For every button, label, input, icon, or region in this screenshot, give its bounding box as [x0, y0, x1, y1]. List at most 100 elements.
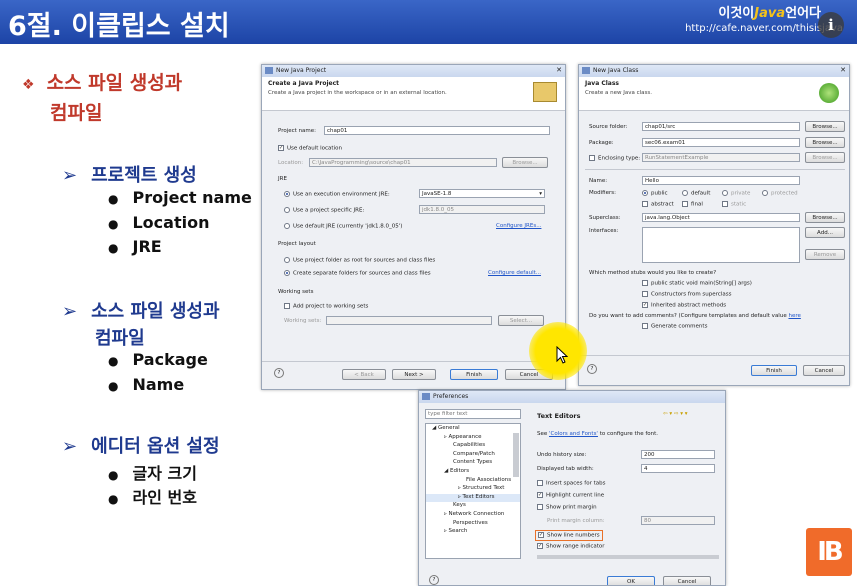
- configure-default-link[interactable]: Configure default...: [488, 270, 541, 276]
- generate-comments-checkbox[interactable]: Generate comments: [642, 323, 707, 330]
- list-item: ● Location: [108, 213, 209, 232]
- print-margin-input[interactable]: 80: [641, 516, 715, 525]
- close-icon[interactable]: ✕: [556, 66, 562, 74]
- tree-item-perspectives[interactable]: Perspectives: [426, 520, 520, 529]
- slide-title: 6절. 이클립스 설치: [8, 11, 230, 42]
- superclass-input[interactable]: java.lang.Object: [642, 213, 800, 222]
- dialog-titlebar: Preferences: [419, 391, 725, 403]
- interfaces-list[interactable]: [642, 227, 800, 263]
- modifier-static-checkbox[interactable]: static: [722, 201, 746, 208]
- back-button[interactable]: < Back: [342, 369, 386, 380]
- finish-button[interactable]: Finish: [751, 365, 797, 376]
- tab-width-input[interactable]: 4: [641, 464, 715, 473]
- use-default-location-checkbox[interactable]: ✓ Use default location: [278, 145, 342, 152]
- finish-button[interactable]: Finish: [450, 369, 498, 380]
- ok-button[interactable]: OK: [607, 576, 655, 585]
- input-value: 4: [644, 466, 648, 472]
- tree-item-network[interactable]: ▹ Network Connection: [426, 511, 520, 520]
- channel-logo-icon: IB: [806, 528, 852, 576]
- interfaces-label: Interfaces:: [589, 228, 619, 234]
- modifier-final-checkbox[interactable]: final: [682, 201, 703, 208]
- info-icon[interactable]: i: [818, 12, 844, 38]
- tree-item-keys[interactable]: Keys: [426, 502, 520, 511]
- layout-separate-radio[interactable]: Create separate folders for sources and …: [284, 270, 431, 277]
- tree-item-file-associations[interactable]: File Associations: [426, 477, 520, 486]
- range-indicator-checkbox[interactable]: ✓ Show range indicator: [537, 543, 605, 550]
- next-button[interactable]: Next >: [392, 369, 436, 380]
- add-interface-button[interactable]: Add...: [805, 227, 845, 238]
- configure-jres-link[interactable]: Configure JREs...: [496, 223, 541, 229]
- tree-item-content-types[interactable]: Content Types: [426, 459, 520, 468]
- modifier-default-radio[interactable]: default: [682, 190, 710, 197]
- remove-interface-button[interactable]: Remove: [805, 249, 845, 260]
- tree-scrollbar[interactable]: [513, 433, 519, 477]
- content-scrollbar[interactable]: [537, 555, 719, 559]
- working-sets-select[interactable]: [326, 316, 492, 325]
- jre-exec-env-select[interactable]: JavaSE-1.8 ▾: [419, 189, 545, 198]
- colors-fonts-link[interactable]: 'Colors and Fonts': [549, 431, 598, 437]
- checkbox-label: Insert spaces for tabs: [546, 480, 606, 487]
- package-input[interactable]: sec06.exam01: [642, 138, 800, 147]
- print-margin-checkbox[interactable]: Show print margin: [537, 504, 597, 511]
- highlight-line-checkbox[interactable]: ✓ Highlight current line: [537, 492, 604, 499]
- insert-spaces-checkbox[interactable]: Insert spaces for tabs: [537, 480, 605, 487]
- browse-source-button[interactable]: Browse...: [805, 121, 845, 132]
- help-icon[interactable]: ?: [429, 575, 439, 585]
- stub-inherited-checkbox[interactable]: ✓ Inherited abstract methods: [642, 302, 726, 309]
- tree-item-general[interactable]: ◢ General: [426, 425, 520, 434]
- brand-logo-text: 이것이Java언어다: [718, 2, 821, 21]
- class-name-input[interactable]: Hello: [642, 176, 800, 185]
- folder-wizard-icon: [533, 82, 557, 102]
- tree-item-text-editors[interactable]: ▹ Text Editors: [426, 493, 520, 503]
- select-button[interactable]: Select...: [498, 315, 544, 326]
- source-folder-input[interactable]: chap01/src: [642, 122, 800, 131]
- class-wizard-icon: [819, 83, 839, 103]
- tree-item-compare[interactable]: Compare/Patch: [426, 451, 520, 460]
- undo-input[interactable]: 200: [641, 450, 715, 459]
- eclipse-window-icon: [422, 393, 430, 400]
- enclosing-type-checkbox[interactable]: Enclosing type:: [589, 155, 640, 162]
- tree-item-appearance[interactable]: ▹ Appearance: [426, 434, 520, 443]
- jre-exec-env-radio[interactable]: Use an execution environment JRE:: [284, 191, 390, 198]
- layout-root-radio[interactable]: Use project folder as root for sources a…: [284, 257, 435, 264]
- filter-input[interactable]: type filter text: [425, 409, 521, 419]
- browse-enclosing-button[interactable]: Browse...: [805, 152, 845, 163]
- modifier-abstract-checkbox[interactable]: abstract: [642, 201, 674, 208]
- tree-item-structured-text[interactable]: ▹ Structured Text: [426, 485, 520, 494]
- add-working-sets-checkbox[interactable]: Add project to working sets: [284, 303, 368, 310]
- tree-item-editors[interactable]: ◢ Editors: [426, 468, 520, 477]
- stub-main-checkbox[interactable]: public static void main(String[] args): [642, 280, 752, 287]
- nav-arrows-icon[interactable]: ⇦ ▾ ⇨ ▾ ▾: [663, 411, 688, 417]
- tree-item-search[interactable]: ▹ Search: [426, 528, 520, 537]
- browse-package-button[interactable]: Browse...: [805, 137, 845, 148]
- browse-superclass-button[interactable]: Browse...: [805, 212, 845, 223]
- stub-constructors-checkbox[interactable]: Constructors from superclass: [642, 291, 731, 298]
- outline-main-heading: ❖ 소스 파일 생성과: [22, 68, 182, 95]
- modifier-public-radio[interactable]: public: [642, 190, 668, 197]
- jre-specific-select[interactable]: jdk1.8.0_05: [419, 205, 545, 214]
- tree-item-capabilities[interactable]: Capabilities: [426, 442, 520, 451]
- comments-here-link[interactable]: here: [788, 313, 800, 319]
- browse-button[interactable]: Browse...: [502, 157, 548, 168]
- brand-prefix: 이것이: [718, 6, 755, 21]
- location-input[interactable]: C:\JavaProgramming\source\chap01: [309, 158, 497, 167]
- checkbox-label: Show line numbers: [547, 532, 600, 539]
- enclosing-type-input[interactable]: RunStatementExample: [642, 153, 800, 162]
- modifier-private-radio[interactable]: private: [722, 190, 750, 197]
- source-folder-label: Source folder:: [589, 124, 628, 130]
- help-icon[interactable]: ?: [587, 364, 597, 374]
- eclipse-window-icon: [582, 67, 590, 74]
- tree-label: General: [437, 425, 460, 431]
- project-name-input[interactable]: chap01: [324, 126, 550, 135]
- line-numbers-checkbox[interactable]: ✓ Show line numbers: [535, 530, 603, 541]
- section-source-compile: ➢ 소스 파일 생성과: [62, 297, 220, 323]
- jre-default-radio[interactable]: Use default JRE (currently 'jdk1.8.0_05'…: [284, 223, 402, 230]
- cancel-button[interactable]: Cancel: [663, 576, 711, 585]
- modifier-protected-radio[interactable]: protected: [762, 190, 798, 197]
- header-title: Java Class: [585, 80, 619, 87]
- help-icon[interactable]: ?: [274, 368, 284, 378]
- close-icon[interactable]: ✕: [840, 66, 846, 74]
- input-value: Hello: [645, 178, 659, 184]
- jre-specific-radio[interactable]: Use a project specific JRE:: [284, 207, 364, 214]
- cancel-button[interactable]: Cancel: [803, 365, 845, 376]
